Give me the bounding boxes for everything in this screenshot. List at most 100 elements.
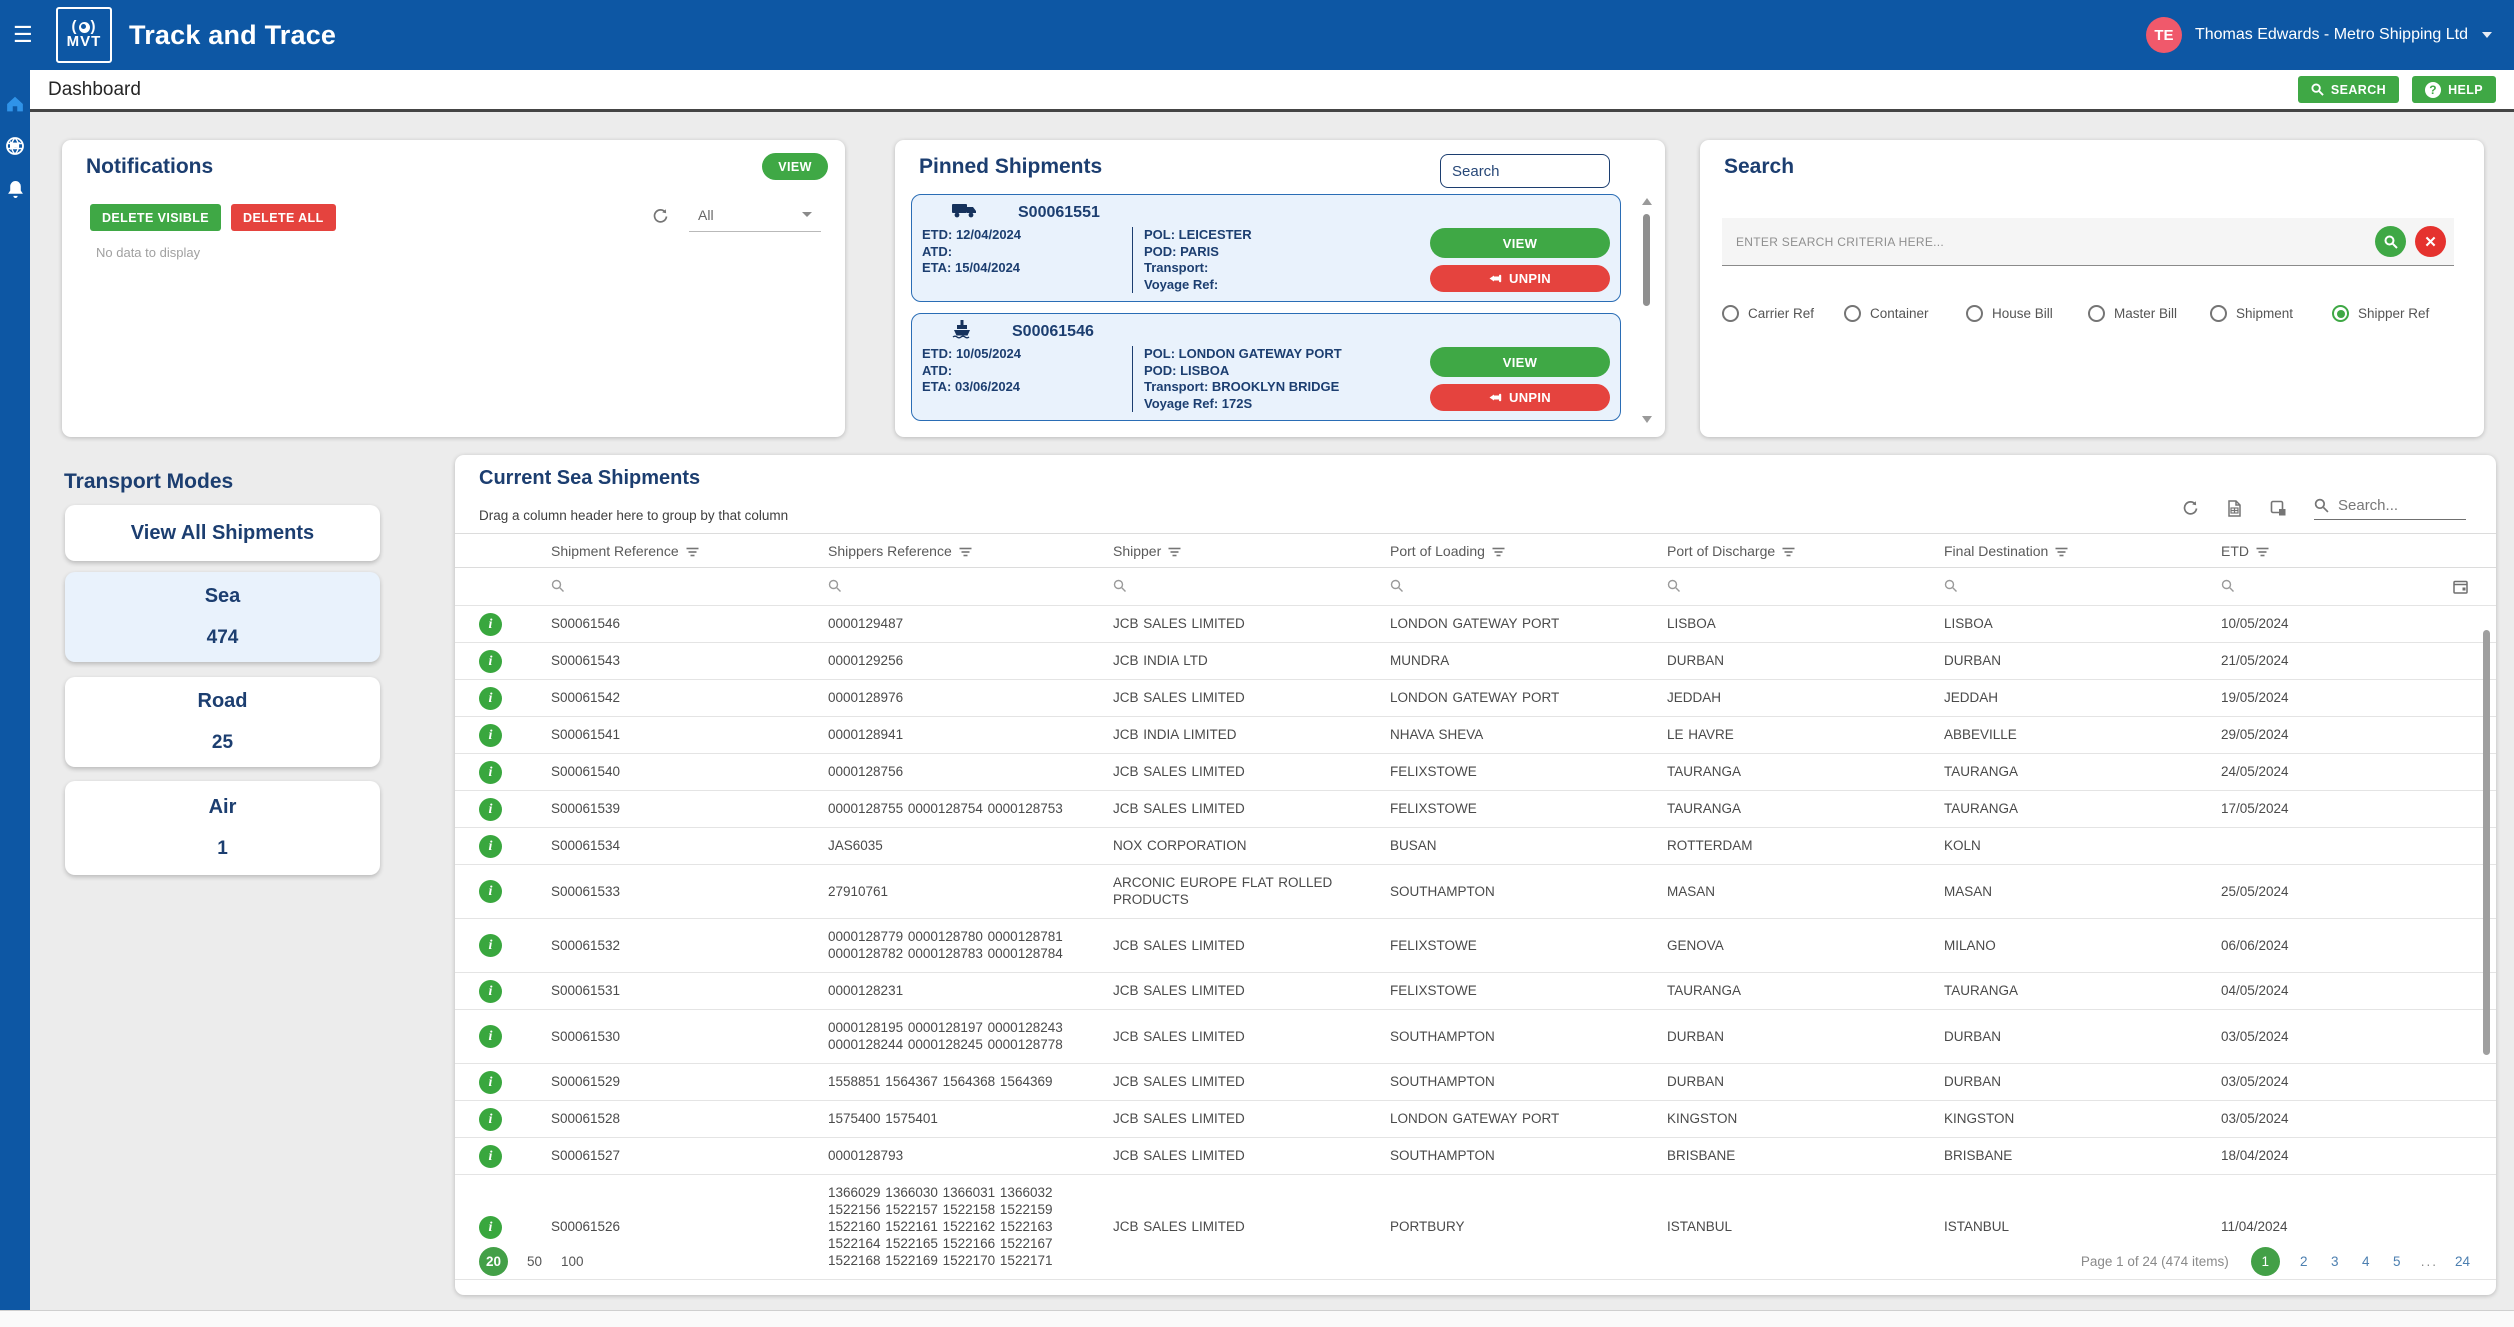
notifications-filter-dropdown[interactable]: All	[689, 198, 821, 232]
filter-cell[interactable]	[1934, 568, 2211, 606]
view-shipment-button[interactable]: VIEW	[1430, 228, 1610, 258]
refresh-icon[interactable]	[2182, 500, 2199, 517]
delete-all-button[interactable]: DELETE ALL	[231, 204, 336, 231]
column-header[interactable]: Shipper	[1103, 534, 1380, 568]
search-type-radio[interactable]: House Bill	[1966, 305, 2088, 322]
filter-cell[interactable]	[2211, 568, 2496, 606]
scrollbar-thumb[interactable]	[1643, 214, 1650, 306]
column-header[interactable]: Port of Loading	[1380, 534, 1657, 568]
info-icon[interactable]: i	[479, 1025, 502, 1048]
cell-shipper: ARCONIC EUROPE FLAT ROLLED PRODUCTS	[1103, 865, 1380, 919]
column-header[interactable]: Shipment Reference	[541, 534, 818, 568]
filter-icon[interactable]	[1168, 547, 1181, 557]
search-button[interactable]: SEARCH	[2298, 76, 2399, 103]
filter-icon[interactable]	[1782, 547, 1795, 557]
search-criteria-input[interactable]	[1736, 235, 2375, 249]
filter-icon[interactable]	[2055, 547, 2068, 557]
refresh-icon[interactable]	[652, 208, 669, 225]
page-number[interactable]: 1	[2251, 1247, 2280, 1276]
column-header[interactable]: Final Destination	[1934, 534, 2211, 568]
delete-visible-button[interactable]: DELETE VISIBLE	[90, 204, 221, 231]
column-header[interactable]: Shippers Reference	[818, 534, 1103, 568]
user-name[interactable]: Thomas Edwards - Metro Shipping Ltd	[2195, 26, 2468, 44]
pinned-search-input[interactable]	[1440, 154, 1610, 188]
column-chooser-icon[interactable]	[2270, 500, 2287, 517]
calendar-icon[interactable]	[2453, 579, 2468, 594]
table-scrollbar-thumb[interactable]	[2483, 630, 2490, 1055]
cell-shipper: JCB SALES LIMITED	[1103, 1101, 1380, 1138]
page-number[interactable]: 5	[2390, 1254, 2404, 1269]
page-number[interactable]: ...	[2421, 1254, 2438, 1269]
notifications-view-button[interactable]: VIEW	[762, 153, 828, 180]
search-type-radio[interactable]: Shipper Ref	[2332, 305, 2454, 322]
info-icon[interactable]: i	[479, 687, 502, 710]
filter-icon[interactable]	[959, 547, 972, 557]
search-type-radio[interactable]: Container	[1844, 305, 1966, 322]
info-icon[interactable]: i	[479, 835, 502, 858]
filter-cell[interactable]	[541, 568, 818, 606]
info-icon[interactable]: i	[479, 880, 502, 903]
home-icon[interactable]	[6, 96, 24, 112]
info-icon[interactable]: i	[479, 761, 502, 784]
info-icon[interactable]: i	[479, 724, 502, 747]
filter-cell[interactable]	[818, 568, 1103, 606]
page-number[interactable]: 3	[2328, 1254, 2342, 1269]
clear-search-button[interactable]: ✕	[2415, 226, 2446, 257]
voyage-ref-value: Voyage Ref: 172S	[1144, 396, 1420, 413]
cell-port-of-loading: LONDON GATEWAY PORT	[1380, 680, 1657, 717]
scroll-up-icon[interactable]	[1642, 198, 1652, 205]
bell-icon[interactable]	[7, 180, 24, 198]
info-icon[interactable]: i	[479, 1108, 502, 1131]
filter-icon[interactable]	[686, 547, 699, 557]
filter-icon[interactable]	[1492, 547, 1505, 557]
info-icon[interactable]: i	[479, 1071, 502, 1094]
filter-cell[interactable]	[1657, 568, 1934, 606]
filter-cell[interactable]	[1103, 568, 1380, 606]
info-icon[interactable]: i	[479, 980, 502, 1003]
cell-etd: 03/05/2024	[2211, 1010, 2496, 1064]
unpin-button[interactable]: UNPIN	[1430, 265, 1610, 292]
cell-port-of-discharge: LISBOA	[1657, 606, 1934, 643]
column-header[interactable]: Port of Discharge	[1657, 534, 1934, 568]
search-type-radio[interactable]: Shipment	[2210, 305, 2332, 322]
info-icon[interactable]: i	[479, 1216, 502, 1239]
info-icon[interactable]: i	[479, 798, 502, 821]
chevron-down-icon[interactable]	[2482, 32, 2492, 38]
scroll-down-icon[interactable]	[1642, 416, 1652, 423]
unpin-button[interactable]: UNPIN	[1430, 384, 1610, 411]
table-search-input[interactable]	[2338, 497, 2448, 514]
cell-shipper: JCB INDIA LTD	[1103, 643, 1380, 680]
globe-icon[interactable]	[6, 137, 24, 155]
info-icon[interactable]: i	[479, 934, 502, 957]
pinned-scrollbar[interactable]	[1641, 198, 1653, 423]
page-number[interactable]: 24	[2455, 1254, 2470, 1269]
transport-mode-card[interactable]: Sea 474	[65, 572, 380, 662]
view-shipment-button[interactable]: VIEW	[1430, 347, 1610, 377]
filter-cell[interactable]	[1380, 568, 1657, 606]
transport-mode-card[interactable]: Road 25	[65, 677, 380, 767]
transport-value: Transport: BROOKLYN BRIDGE	[1144, 379, 1420, 396]
info-icon[interactable]: i	[479, 650, 502, 673]
page-number[interactable]: 4	[2359, 1254, 2373, 1269]
hamburger-menu-icon[interactable]: ☰	[13, 22, 39, 48]
info-icon[interactable]: i	[479, 613, 502, 636]
page-size-option[interactable]: 100	[561, 1254, 584, 1269]
help-button[interactable]: ? HELP	[2412, 76, 2496, 103]
export-icon[interactable]	[2226, 500, 2243, 517]
transport-mode-card[interactable]: Air 1	[65, 781, 380, 875]
search-type-radio[interactable]: Carrier Ref	[1722, 305, 1844, 322]
filter-icon[interactable]	[2256, 547, 2269, 557]
column-header[interactable]: ETD	[2211, 534, 2496, 568]
cell-etd: 19/05/2024	[2211, 680, 2496, 717]
cell-shipment-reference: S00061546	[541, 606, 818, 643]
page-size-option[interactable]: 50	[527, 1254, 542, 1269]
run-search-button[interactable]	[2375, 226, 2406, 257]
avatar[interactable]: TE	[2146, 17, 2182, 53]
view-all-shipments-button[interactable]: View All Shipments	[65, 505, 380, 561]
horizontal-scrollbar-track[interactable]	[0, 1310, 2514, 1327]
page-number[interactable]: 2	[2297, 1254, 2311, 1269]
table-row: i S00061531 0000128231 JCB SALES LIMITED…	[455, 973, 2496, 1010]
page-size-option[interactable]: 20	[479, 1247, 508, 1276]
info-icon[interactable]: i	[479, 1145, 502, 1168]
search-type-radio[interactable]: Master Bill	[2088, 305, 2210, 322]
